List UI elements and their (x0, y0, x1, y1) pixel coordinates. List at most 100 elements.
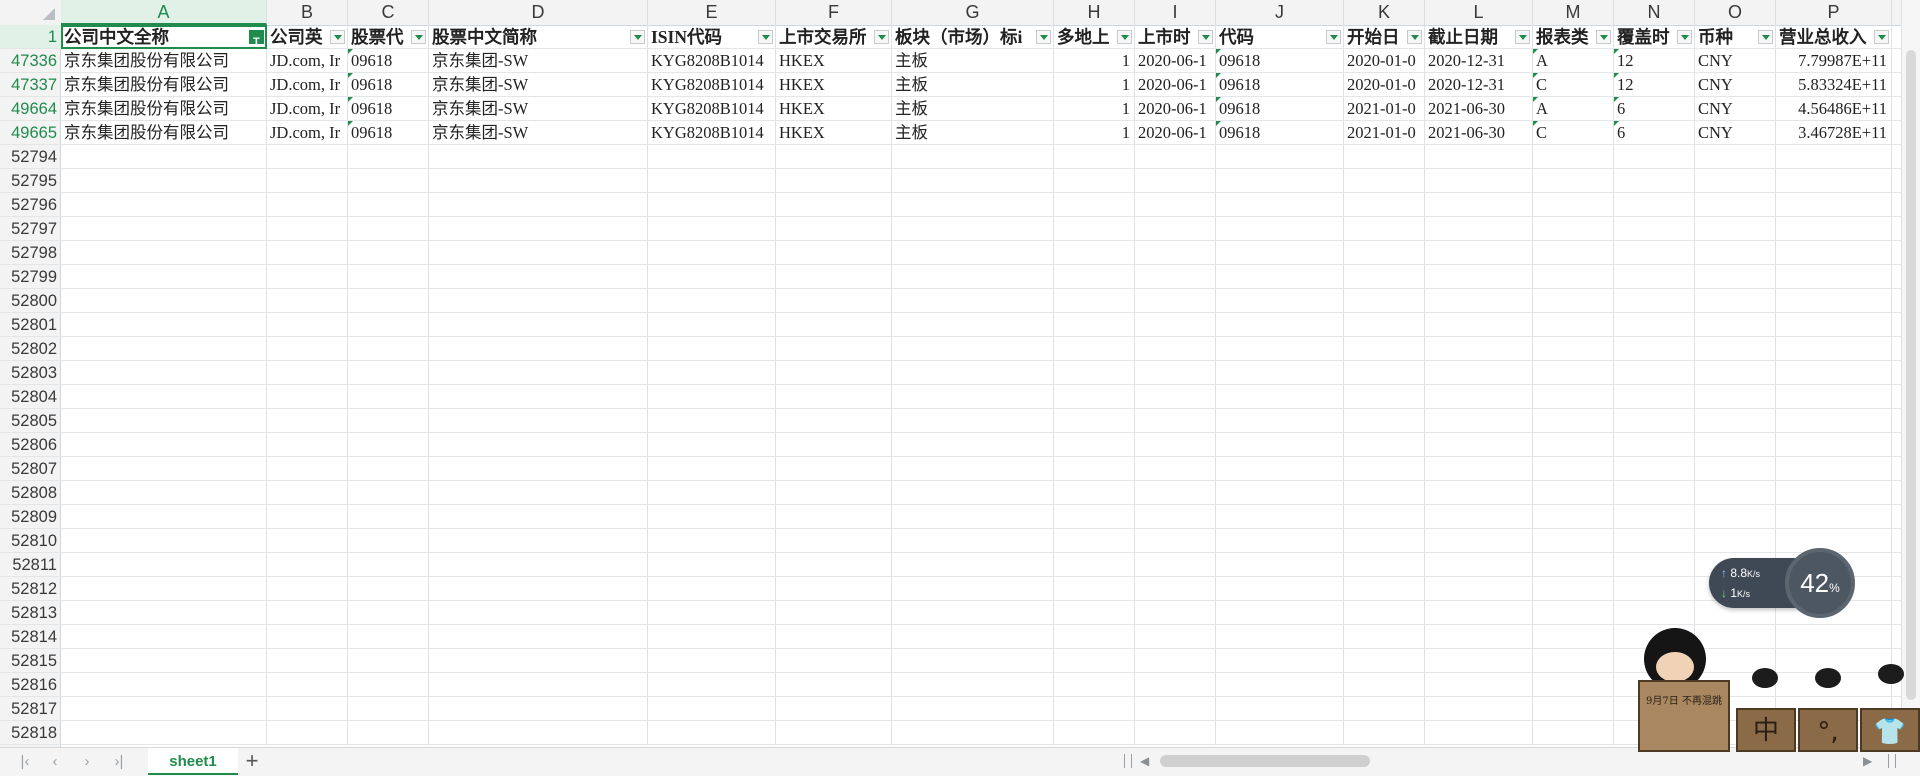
empty-cell[interactable] (1425, 505, 1533, 529)
empty-cell[interactable] (1695, 169, 1776, 193)
empty-cell[interactable] (1135, 409, 1216, 433)
empty-cell[interactable] (648, 625, 776, 649)
empty-cell[interactable] (267, 505, 348, 529)
empty-cell[interactable] (61, 673, 267, 697)
header-cell-k[interactable]: 开始日 (1344, 25, 1425, 49)
empty-cell[interactable] (267, 529, 348, 553)
row-number[interactable]: 49665 (0, 121, 61, 145)
empty-cell[interactable] (1614, 193, 1695, 217)
empty-cell[interactable] (1614, 265, 1695, 289)
table-cell[interactable]: 京东集团股份有限公司 (61, 97, 267, 121)
empty-cell[interactable] (1216, 457, 1344, 481)
row-number[interactable]: 52807 (0, 457, 61, 481)
row-number[interactable]: 52806 (0, 433, 61, 457)
empty-cell[interactable] (348, 673, 429, 697)
empty-cell[interactable] (1216, 265, 1344, 289)
empty-cell[interactable] (1135, 457, 1216, 481)
empty-cell[interactable] (61, 217, 267, 241)
empty-cell[interactable] (1533, 697, 1614, 721)
column-letter-j[interactable]: J (1216, 0, 1344, 25)
header-cell-p[interactable]: 营业总收入 (1776, 25, 1892, 49)
empty-cell[interactable] (348, 361, 429, 385)
table-cell[interactable]: 09618 (1216, 49, 1344, 73)
table-cell[interactable]: A (1533, 49, 1614, 73)
empty-cell[interactable] (1533, 481, 1614, 505)
empty-cell[interactable] (776, 265, 892, 289)
empty-cell[interactable] (348, 433, 429, 457)
empty-cell[interactable] (648, 673, 776, 697)
table-cell[interactable]: 09618 (1216, 97, 1344, 121)
empty-cell[interactable] (1344, 193, 1425, 217)
table-cell[interactable]: 09618 (1216, 121, 1344, 145)
row-number[interactable]: 52802 (0, 337, 61, 361)
table-cell[interactable]: 4.56486E+11 (1776, 97, 1892, 121)
filter-dropdown-icon[interactable] (330, 30, 345, 44)
empty-cell[interactable] (1425, 241, 1533, 265)
empty-cell[interactable] (429, 697, 648, 721)
empty-cell[interactable] (61, 601, 267, 625)
table-cell[interactable]: JD.com, Ir (267, 49, 348, 73)
empty-cell[interactable] (1533, 169, 1614, 193)
empty-cell[interactable] (776, 433, 892, 457)
column-letter-a[interactable]: A (61, 0, 267, 25)
column-letter-n[interactable]: N (1614, 0, 1695, 25)
empty-cell[interactable] (429, 457, 648, 481)
empty-cell[interactable] (267, 577, 348, 601)
empty-cell[interactable] (1216, 721, 1344, 745)
empty-cell[interactable] (1344, 697, 1425, 721)
empty-cell[interactable] (429, 169, 648, 193)
table-cell[interactable]: 2021-06-30 (1425, 121, 1533, 145)
row-number[interactable]: 52805 (0, 409, 61, 433)
empty-cell[interactable] (776, 673, 892, 697)
empty-cell[interactable] (1425, 529, 1533, 553)
empty-cell[interactable] (1614, 361, 1695, 385)
empty-cell[interactable] (1054, 601, 1135, 625)
empty-cell[interactable] (1135, 313, 1216, 337)
empty-cell[interactable] (776, 409, 892, 433)
empty-cell[interactable] (1344, 481, 1425, 505)
first-sheet-icon[interactable]: |‹ (14, 753, 36, 771)
empty-cell[interactable] (429, 361, 648, 385)
row-number[interactable]: 1 (0, 25, 61, 49)
empty-cell[interactable] (61, 313, 267, 337)
header-cell-h[interactable]: 多地上 (1054, 25, 1135, 49)
empty-cell[interactable] (892, 337, 1054, 361)
select-all-corner[interactable] (0, 0, 62, 25)
empty-cell[interactable] (1344, 433, 1425, 457)
empty-cell[interactable] (1425, 313, 1533, 337)
empty-cell[interactable] (776, 217, 892, 241)
empty-cell[interactable] (267, 265, 348, 289)
empty-cell[interactable] (1533, 457, 1614, 481)
empty-cell[interactable] (1135, 481, 1216, 505)
empty-cell[interactable] (1216, 409, 1344, 433)
empty-cell[interactable] (892, 601, 1054, 625)
empty-cell[interactable] (1776, 505, 1892, 529)
empty-cell[interactable] (1533, 433, 1614, 457)
empty-cell[interactable] (1054, 337, 1135, 361)
empty-cell[interactable] (648, 241, 776, 265)
empty-cell[interactable] (1533, 625, 1614, 649)
table-cell[interactable]: 主板 (892, 121, 1054, 145)
empty-cell[interactable] (1135, 217, 1216, 241)
empty-cell[interactable] (1776, 385, 1892, 409)
empty-cell[interactable] (1776, 193, 1892, 217)
desktop-pet-widget[interactable]: 9月7日 不再混跳 中 °, 👕 (1612, 620, 1920, 752)
empty-cell[interactable] (348, 505, 429, 529)
empty-cell[interactable] (348, 697, 429, 721)
empty-cell[interactable] (348, 577, 429, 601)
empty-cell[interactable] (892, 529, 1054, 553)
empty-cell[interactable] (1344, 553, 1425, 577)
empty-cell[interactable] (1344, 145, 1425, 169)
empty-cell[interactable] (892, 193, 1054, 217)
empty-cell[interactable] (1695, 409, 1776, 433)
row-number[interactable]: 47336 (0, 49, 61, 73)
row-number[interactable]: 52809 (0, 505, 61, 529)
empty-cell[interactable] (648, 193, 776, 217)
empty-cell[interactable] (429, 721, 648, 745)
table-cell[interactable]: A (1533, 97, 1614, 121)
column-letter-h[interactable]: H (1054, 0, 1135, 25)
empty-cell[interactable] (1533, 313, 1614, 337)
empty-cell[interactable] (1614, 145, 1695, 169)
empty-cell[interactable] (1614, 577, 1695, 601)
empty-cell[interactable] (1216, 625, 1344, 649)
